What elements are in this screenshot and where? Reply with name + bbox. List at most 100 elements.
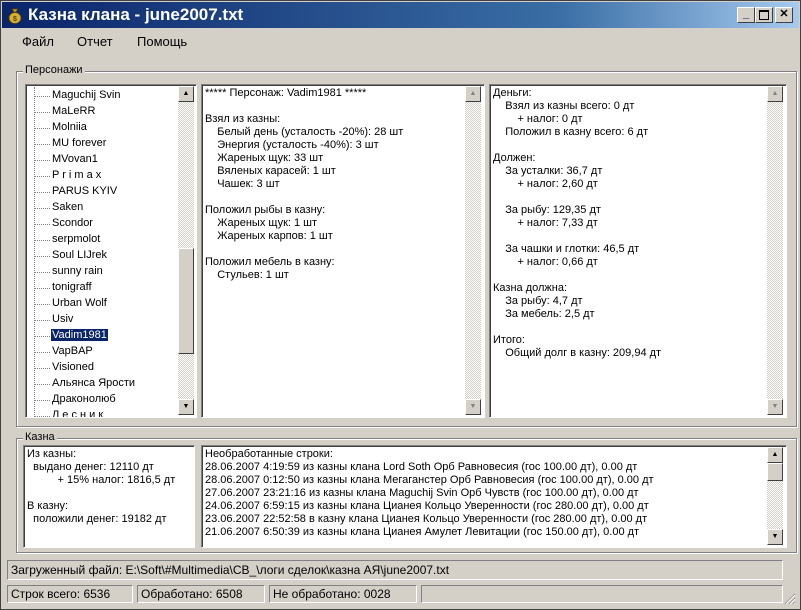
character-name: tonigraff (52, 281, 92, 293)
menu-report[interactable]: Отчет (77, 34, 113, 49)
character-name: Usiv (52, 313, 74, 325)
tree-connector (34, 400, 50, 401)
characters-group-label: Персонажи (23, 64, 85, 76)
title-bar[interactable]: $ Казна клана - june2007.txt _ ✕ (2, 2, 799, 28)
details-line: Взял из казны: (205, 113, 281, 125)
scroll-down-button[interactable]: ▼ (767, 399, 783, 415)
tree-connector (34, 208, 50, 209)
money-line: За рыбу: 4,7 дт (493, 295, 583, 307)
money-line: Итого: (493, 334, 525, 346)
tree-connector (34, 128, 50, 129)
money-line: Положил в казну всего: 6 дт (493, 126, 649, 138)
tree-connector (34, 240, 50, 241)
tree-connector (34, 416, 50, 417)
tree-connector (34, 288, 50, 289)
money-line: За чашки и глотки: 46,5 дт (493, 243, 640, 255)
status-spacer (421, 585, 783, 603)
tree-connector (34, 336, 50, 337)
details-line: Энергия (усталость -40%): 3 шт (205, 139, 379, 151)
character-name: MVovan1 (52, 153, 98, 165)
tree-connector (34, 368, 50, 369)
character-name: P r i m a x (52, 169, 102, 181)
log-line: Необработанные строки: (205, 448, 333, 460)
scroll-thumb[interactable] (178, 248, 194, 354)
character-name: Molniia (52, 121, 87, 133)
character-list-scrollbar[interactable]: ▲ ▼ (178, 86, 194, 415)
details-scrollbar[interactable]: ▲ ▼ (465, 86, 481, 415)
tree-connector (34, 112, 50, 113)
money-line: + налог: 0 дт (493, 113, 583, 125)
tree-connector (34, 352, 50, 353)
money-line: + налог: 7,33 дт (493, 217, 598, 229)
character-name: Альянса Ярости (52, 377, 136, 389)
minimize-icon: _ (742, 8, 750, 20)
money-line: За мебель: 2,5 дт (493, 308, 595, 320)
scroll-up-button[interactable]: ▲ (178, 86, 194, 102)
money-line: Казна должна: (493, 282, 568, 294)
not-processed-status: Не обработано: 0028 (269, 585, 417, 603)
treasury-summary-line: положили денег: 19182 дт (27, 513, 167, 525)
money-line: + налог: 0,66 дт (493, 256, 598, 268)
details-line: Жареных щук: 1 шт (205, 217, 318, 229)
maximize-icon (759, 10, 769, 20)
details-line: Жареных карпов: 1 шт (205, 230, 333, 242)
scroll-thumb[interactable] (767, 463, 783, 481)
unprocessed-log-panel[interactable]: Необработанные строки: 28.06.2007 4:19:59… (201, 445, 787, 548)
tree-connector (34, 224, 50, 225)
money-scrollbar[interactable]: ▲ ▼ (767, 86, 783, 415)
arrow-up-icon: ▲ (771, 90, 779, 97)
character-name: Maguchij Svin (52, 89, 121, 101)
character-name: serpmolot (52, 233, 101, 245)
scroll-up-button[interactable]: ▲ (465, 86, 481, 102)
arrow-down-icon: ▼ (771, 533, 779, 540)
details-line: Положил рыбы в казну: (205, 204, 326, 216)
character-name: Urban Wolf (52, 297, 107, 309)
tree-connector (34, 320, 50, 321)
maximize-button[interactable] (755, 7, 773, 23)
character-name: Visioned (52, 361, 94, 373)
menu-bar: Файл Отчет Помощь (2, 29, 799, 53)
character-name: Л е с н и к (52, 409, 104, 418)
menu-file[interactable]: Файл (22, 34, 54, 49)
scroll-up-button[interactable]: ▲ (767, 86, 783, 102)
log-line: 24.06.2007 6:59:15 из казны клана Цианея… (205, 500, 649, 512)
treasury-group-label: Казна (23, 431, 57, 443)
money-line: За усталки: 36,7 дт (493, 165, 603, 177)
tree-connector (34, 176, 50, 177)
character-name: Scondor (52, 217, 93, 229)
minimize-button[interactable]: _ (737, 7, 755, 23)
tree-connector (34, 160, 50, 161)
svg-text:$: $ (13, 16, 17, 23)
close-button[interactable]: ✕ (775, 7, 793, 23)
scroll-down-button[interactable]: ▼ (465, 399, 481, 415)
tree-connector (34, 144, 50, 145)
scroll-down-button[interactable]: ▼ (178, 399, 194, 415)
arrow-down-icon: ▼ (469, 403, 477, 410)
money-line: Общий долг в казну: 209,94 дт (493, 347, 662, 359)
menu-help[interactable]: Помощь (137, 34, 187, 49)
treasury-summary-panel[interactable]: Из казны: выдано денег: 12110 дт + 15% н… (23, 445, 195, 548)
scroll-down-button[interactable]: ▼ (767, 529, 783, 545)
scroll-up-button[interactable]: ▲ (767, 447, 783, 463)
character-details-panel[interactable]: ***** Персонаж: Vadim1981 ***** Взял из к… (201, 84, 485, 418)
details-line: ***** Персонаж: Vadim1981 ***** (205, 87, 367, 99)
character-list[interactable]: Maguchij Svin MaLeRR Molniia MU forever MVov… (25, 84, 197, 418)
treasury-summary-line: + 15% налог: 1816,5 дт (27, 474, 176, 486)
details-line: Чашек: 3 шт (205, 178, 280, 190)
details-line: Положил мебель в казну: (205, 256, 335, 268)
close-icon: ✕ (779, 8, 789, 20)
treasury-summary-line: Из казны: (27, 448, 77, 460)
money-line: + налог: 2,60 дт (493, 178, 598, 190)
character-name: MaLeRR (52, 105, 96, 117)
money-line: Должен: (493, 152, 536, 164)
log-line: 28.06.2007 0:12:50 из казны клана Мегага… (205, 474, 654, 486)
log-scrollbar[interactable]: ▲ ▼ (767, 447, 783, 545)
total-lines-status: Строк всего: 6536 (7, 585, 133, 603)
app-window: $ Казна клана - june2007.txt _ ✕ Файл От… (0, 0, 801, 610)
money-summary-panel[interactable]: Деньги: Взял из казны всего: 0 дт + нало… (489, 84, 787, 418)
tree-connector (34, 304, 50, 305)
resize-grip-icon[interactable] (784, 593, 796, 605)
loaded-file-status: Загруженный файл: E:\Soft\#Multimedia\CB… (7, 560, 783, 580)
details-line: Белый день (усталость -20%): 28 шт (205, 126, 404, 138)
tree-connector (34, 192, 50, 193)
